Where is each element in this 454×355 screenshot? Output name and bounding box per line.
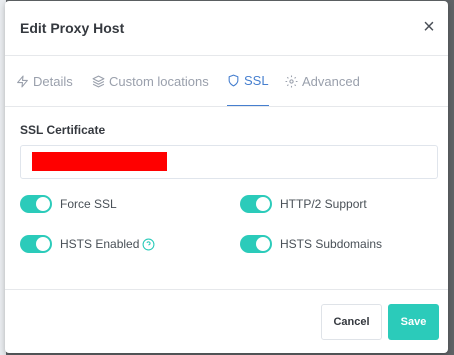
zap-icon — [17, 75, 28, 87]
save-button[interactable]: Save — [388, 304, 439, 340]
force-ssl-toggle[interactable]: Force SSL — [20, 195, 117, 213]
close-button[interactable]: × — [420, 16, 438, 38]
ssl-certificate-select[interactable] — [20, 145, 438, 179]
shield-icon — [228, 74, 239, 87]
ssl-certificate-label: SSL Certificate — [20, 123, 106, 137]
hsts-subdomains-toggle[interactable]: HSTS Subdomains — [240, 235, 382, 253]
force-ssl-switch[interactable] — [20, 195, 52, 213]
hsts-subdomains-switch[interactable] — [240, 235, 272, 253]
http2-switch[interactable] — [240, 195, 272, 213]
close-icon: × — [423, 16, 435, 38]
help-icon[interactable] — [142, 238, 155, 251]
tab-bar: Details Custom locations SSL Advanced — [5, 56, 448, 107]
tab-ssl[interactable]: SSL — [227, 56, 269, 106]
layers-icon — [92, 75, 105, 87]
modal-footer: Cancel Save — [5, 289, 448, 353]
tab-label: SSL — [244, 73, 269, 88]
hsts-switch[interactable] — [20, 235, 52, 253]
force-ssl-label: Force SSL — [60, 197, 117, 211]
hsts-enabled-toggle[interactable]: HSTS Enabled — [20, 235, 155, 253]
redacted-certificate-value — [32, 152, 167, 171]
tab-custom-locations[interactable]: Custom locations — [92, 56, 209, 106]
tab-label: Advanced — [302, 73, 360, 89]
tab-details[interactable]: Details — [16, 56, 73, 106]
modal-header: Edit Proxy Host × — [5, 1, 448, 56]
tab-label: Custom locations — [109, 73, 209, 89]
tab-advanced[interactable]: Advanced — [285, 56, 360, 106]
tab-label: Details — [33, 73, 73, 89]
hsts-subdomains-label: HSTS Subdomains — [280, 237, 383, 251]
edit-proxy-host-modal: Edit Proxy Host × Details Custom locatio… — [5, 1, 448, 353]
hsts-label: HSTS Enabled — [60, 237, 140, 251]
http2-label: HTTP/2 Support — [280, 197, 367, 211]
modal-title: Edit Proxy Host — [20, 20, 125, 36]
http2-support-toggle[interactable]: HTTP/2 Support — [240, 195, 367, 213]
cancel-button[interactable]: Cancel — [321, 304, 382, 340]
gear-icon — [285, 75, 298, 87]
